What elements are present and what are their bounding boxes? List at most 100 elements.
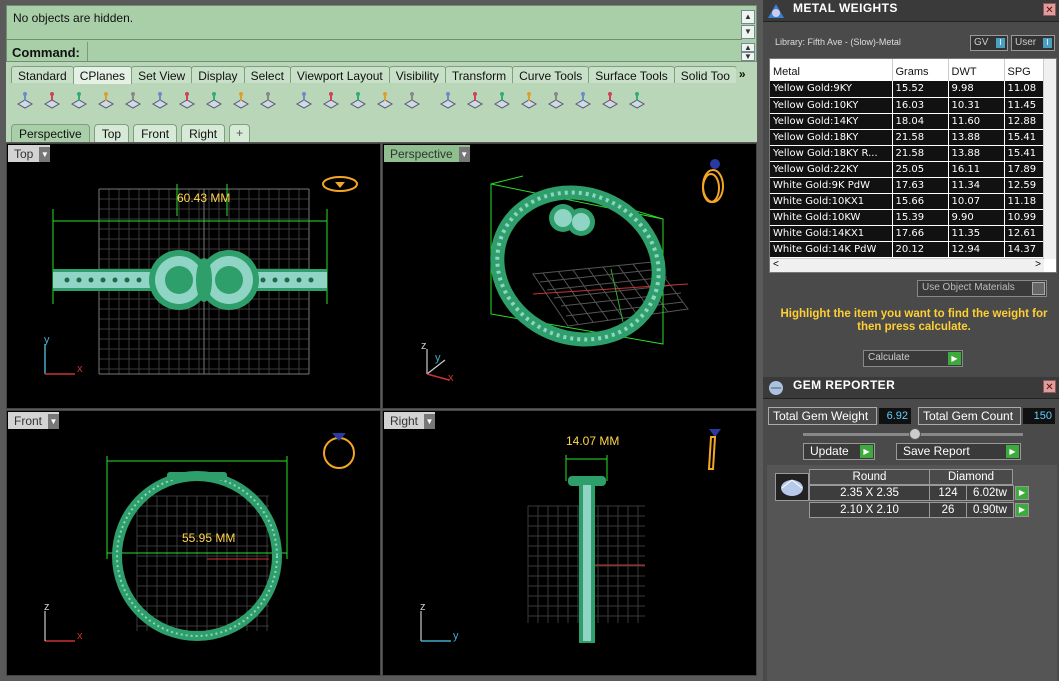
toolbar-tab-select[interactable]: Select (243, 66, 291, 83)
cplane-bottom-icon[interactable] (491, 89, 513, 111)
cplane-front-icon[interactable] (518, 89, 540, 111)
cplane-back-icon[interactable] (545, 89, 567, 111)
save-report-button[interactable]: Save Report ▶ (896, 443, 1021, 460)
cplane-3d-icon[interactable] (626, 89, 648, 111)
toolbar-tab-visibility[interactable]: Visibility (388, 66, 446, 83)
cplane-icon[interactable] (14, 89, 36, 111)
cplane-xaxis-icon[interactable] (176, 89, 198, 111)
viewport-tab-right[interactable]: Right (181, 124, 226, 142)
add-viewport-tab[interactable]: + (229, 124, 251, 142)
table-row[interactable]: Yellow Gold:18KY 21.58 13.88 15.41 (770, 129, 1045, 146)
viewport-tab-front[interactable]: Front (133, 124, 178, 142)
viewport-tab-top[interactable]: Top (93, 124, 130, 142)
toolbar-tab-standard[interactable]: Standard (11, 66, 74, 83)
table-row[interactable]: White Gold:14KX1 17.66 11.35 12.61 (770, 225, 1045, 242)
cplane-right-icon[interactable] (572, 89, 594, 111)
save-cplane-icon[interactable] (374, 89, 396, 111)
table-row[interactable]: White Gold:14K PdW 20.12 12.94 14.37 (770, 241, 1045, 258)
table-cell: 17.89 (1004, 161, 1045, 178)
gem-reporter-icon (769, 381, 783, 395)
close-icon[interactable]: ✕ (1043, 380, 1056, 393)
chevron-down-icon[interactable]: ▼ (39, 146, 51, 162)
chevron-right-icon[interactable]: > (1035, 259, 1041, 270)
viewport-top[interactable]: Top ▼ 60.43 MM y x (6, 143, 381, 409)
table-row[interactable]: Yellow Gold:14KY 18.04 11.60 12.88 (770, 113, 1045, 130)
cplane-grid-icon[interactable] (347, 89, 369, 111)
command-scroll-down-icon[interactable]: ▼ (741, 52, 755, 61)
column-header-spg[interactable]: SPG (1004, 59, 1045, 81)
table-cell: 11.45 (1004, 97, 1045, 114)
viewport-right[interactable]: Right ▼ 14.07 MM z y (382, 410, 757, 676)
cplane-surface-icon[interactable] (95, 89, 117, 111)
gv-toggle[interactable]: GV I (970, 35, 1008, 51)
chevron-left-icon[interactable]: < (773, 259, 779, 270)
cplane-view-icon[interactable] (320, 89, 342, 111)
viewport-perspective-title[interactable]: Perspective ▼ (384, 145, 470, 162)
toolbar-tab-transform[interactable]: Transform (444, 66, 514, 83)
viewport-perspective[interactable]: Perspective ▼ z y x (382, 143, 757, 409)
table-row[interactable]: Yellow Gold:18KY R... 21.58 13.88 15.41 (770, 145, 1045, 162)
slider-handle[interactable] (909, 428, 921, 440)
cplane-curve-icon[interactable] (122, 89, 144, 111)
table-cell: 11.35 (948, 225, 1005, 242)
chevron-down-icon[interactable]: ▼ (48, 413, 60, 429)
gem-row-play-icon[interactable]: ▶ (1015, 503, 1029, 517)
table-cell: Yellow Gold:18KY R... (770, 145, 893, 162)
cplane-world-icon[interactable] (437, 89, 459, 111)
cplane-object-icon[interactable] (68, 89, 90, 111)
table-row[interactable]: Yellow Gold:22KY 25.05 16.11 17.89 (770, 161, 1045, 178)
table-row[interactable]: White Gold:10KX1 15.66 10.07 11.18 (770, 193, 1045, 210)
calculate-button[interactable]: Calculate ▶ (863, 350, 963, 367)
viewport-right-title[interactable]: Right ▼ (384, 412, 436, 429)
right-panel: METAL WEIGHTS ✕ Library: Fifth Ave - (Sl… (763, 0, 1059, 681)
viewport-top-title[interactable]: Top ▼ (8, 145, 51, 162)
viewport-front[interactable]: Front ▼ 55.95 MM z x (6, 410, 381, 676)
vertical-scrollbar[interactable] (1043, 59, 1056, 259)
toolbar-tab-surface-tools[interactable]: Surface Tools (588, 66, 675, 83)
user-toggle[interactable]: User I (1011, 35, 1055, 51)
table-cell: 20.12 (892, 241, 949, 258)
table-row[interactable]: Yellow Gold:9KY 15.52 9.98 11.08 (770, 81, 1045, 98)
close-icon[interactable]: ✕ (1043, 3, 1056, 16)
column-header-dwt[interactable]: DWT (948, 59, 1005, 81)
cplane-zaxis-icon[interactable] (257, 89, 279, 111)
toggle-icon: I (996, 38, 1005, 48)
command-scroll-up-icon[interactable]: ▲ (741, 43, 755, 52)
table-row[interactable]: White Gold:10KW 15.39 9.90 10.99 (770, 209, 1045, 226)
cplane-elevation-icon[interactable] (230, 89, 252, 111)
viewport-front-title[interactable]: Front ▼ (8, 412, 60, 429)
cplane-rotate-icon[interactable] (149, 89, 171, 111)
cplane-top-icon[interactable] (464, 89, 486, 111)
toolbar-tab-curve-tools[interactable]: Curve Tools (512, 66, 590, 83)
table-cell: 15.41 (1004, 129, 1045, 146)
toolbar-tab-display[interactable]: Display (191, 66, 245, 83)
toolbar-tab-set-view[interactable]: Set View (131, 66, 193, 83)
command-input[interactable] (87, 42, 741, 61)
use-object-materials-checkbox[interactable]: Use Object Materials (917, 280, 1047, 297)
history-scroll-down-icon[interactable]: ▼ (741, 25, 755, 39)
toolbar-tabs: Standard CPlanes Set View Display Select View… (6, 66, 757, 84)
toolbar-more-icon[interactable]: » (735, 66, 749, 83)
column-header-metal[interactable]: Metal (770, 59, 893, 81)
horizontal-scrollbar[interactable]: < > (770, 258, 1044, 272)
gem-row-play-icon[interactable]: ▶ (1015, 486, 1029, 500)
chevron-down-icon[interactable]: ▼ (424, 413, 436, 429)
update-button[interactable]: Update ▶ (803, 443, 875, 460)
cplane-3point-icon[interactable] (203, 89, 225, 111)
cplane-origin-icon[interactable] (41, 89, 63, 111)
chevron-down-icon[interactable]: ▼ (458, 146, 470, 162)
cplane-left-icon[interactable] (599, 89, 621, 111)
table-cell: 11.60 (948, 113, 1005, 130)
open-cplane-icon[interactable] (401, 89, 423, 111)
history-scroll-up-icon[interactable]: ▲ (741, 10, 755, 24)
table-row[interactable]: Yellow Gold:10KY 16.03 10.31 11.45 (770, 97, 1045, 114)
table-row[interactable]: White Gold:9K PdW 17.63 11.34 12.59 (770, 177, 1045, 194)
gem-slider[interactable] (803, 428, 1023, 440)
viewport-tab-perspective[interactable]: Perspective (11, 124, 90, 142)
toolbar-tab-solid-too[interactable]: Solid Too (673, 66, 737, 83)
toolbar-tab-cplanes[interactable]: CPlanes (72, 66, 133, 84)
undo-cplane-icon[interactable] (293, 89, 315, 111)
toolbar-tab-viewport-layout[interactable]: Viewport Layout (289, 66, 390, 83)
column-header-grams[interactable]: Grams (892, 59, 949, 81)
library-label: Library: Fifth Ave - (Slow)-Metal (775, 37, 901, 47)
